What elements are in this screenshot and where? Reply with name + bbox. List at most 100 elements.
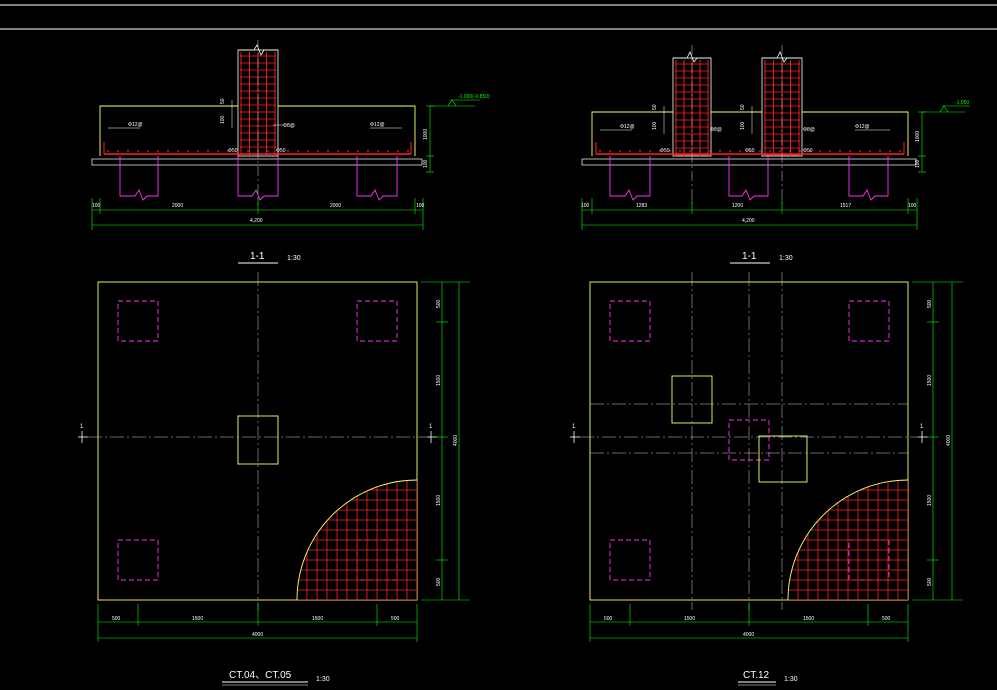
right-cap-outline-r — [802, 111, 909, 156]
rebar-dot — [287, 150, 289, 152]
right-plan-view: 1 1 500 1500 1500 500 4000 500 1500 1500… — [570, 272, 963, 686]
left-plan-scale: 1:30 — [316, 676, 330, 683]
left-sec-dim-4: 100 — [416, 203, 425, 209]
rebar-dot — [157, 150, 159, 152]
right-plan-total-right: 4000 — [946, 435, 952, 446]
rebar-dot — [889, 150, 891, 152]
right-plan-dim-r3: 1500 — [927, 495, 933, 506]
right-plan-section-mark-l: 1 — [572, 424, 576, 430]
rebar-dot — [689, 150, 691, 152]
right-plan-section-mark-r: 1 — [920, 424, 924, 430]
rebar-dot — [599, 150, 601, 152]
right-col-dim-d: 100 — [740, 121, 746, 130]
left-col-dim-a: 50 — [220, 98, 226, 104]
right-sec-dim-2: 1283 — [636, 203, 647, 209]
rebar-dot — [849, 150, 851, 152]
right-level-marker-icon — [939, 105, 949, 113]
left-sec-total: 4,200 — [250, 218, 263, 224]
rebar-dot — [187, 150, 189, 152]
right-plan-rebar-mesh — [788, 480, 908, 600]
rebar-dot — [117, 150, 119, 152]
right-plan-scale: 1:30 — [784, 676, 798, 683]
left-plan-dim-b1: 500 — [112, 616, 121, 622]
left-section-piles — [119, 156, 398, 201]
rebar-dot — [147, 150, 149, 152]
rebar-dot — [247, 150, 249, 152]
right-section-view: Φ12@ Φ12@ Φ8@ Φ8@ Φ50 Φ50 Φ50 50 100 50 … — [581, 45, 970, 264]
rebar-dot — [739, 150, 741, 152]
rebar-dot — [387, 150, 389, 152]
left-cap-outline-l — [99, 105, 238, 156]
right-label-cover-b: Φ50 — [745, 148, 755, 154]
right-plan-dim-b1: 500 — [604, 616, 613, 622]
rebar-dot — [107, 150, 109, 152]
rebar-dot — [759, 150, 761, 152]
left-label-bar-top-right: Φ12@ — [370, 122, 385, 128]
rebar-dot — [337, 150, 339, 152]
right-height-dim: 1000 — [915, 131, 921, 142]
rebar-dot — [699, 150, 701, 152]
left-section-scale: 1:30 — [287, 255, 301, 262]
rebar-dot — [839, 150, 841, 152]
rebar-dot — [377, 150, 379, 152]
rebar-dot — [397, 150, 399, 152]
left-sec-dim-2: 2000 — [172, 203, 183, 209]
left-plan-total-right: 4000 — [453, 435, 459, 446]
left-plan-section-mark-r: 1 — [429, 424, 433, 430]
left-label-col-bar: Φ8@ — [283, 123, 295, 129]
right-label-cover-c: Φ50 — [803, 148, 813, 154]
left-plan-dim-r2: 1500 — [436, 375, 442, 386]
left-plan-view: 1 1 500 1500 1500 500 4000 500 1500 1500… — [78, 272, 470, 686]
rebar-dot — [779, 150, 781, 152]
left-plan-section-mark-l: 1 — [80, 424, 84, 430]
rebar-dot — [127, 150, 129, 152]
right-section-scale: 1:30 — [779, 255, 793, 262]
cad-drawing-canvas[interactable]: Φ12@ Φ12@ Φ8@ Φ50 Φ50 50 100 1000 100 -1… — [0, 0, 997, 690]
rebar-dot — [207, 150, 209, 152]
rebar-dot — [367, 150, 369, 152]
left-sec-dim-1: 100 — [92, 203, 101, 209]
left-plan-dim-r3: 1500 — [436, 495, 442, 506]
right-plan-dim-r2: 1500 — [927, 375, 933, 386]
left-label-cover-r: Φ50 — [276, 148, 286, 154]
right-sec-dim-3: 1200 — [732, 203, 743, 209]
right-section-piles — [609, 156, 889, 201]
rebar-dot — [679, 150, 681, 152]
rebar-dot — [197, 150, 199, 152]
rebar-dot — [347, 150, 349, 152]
left-label-bar-top: Φ12@ — [128, 122, 143, 128]
right-section-label: 1-1 — [742, 251, 757, 262]
left-plan-piles — [117, 300, 398, 581]
rebar-dot — [217, 150, 219, 152]
right-level-text: -1.050 — [955, 100, 969, 106]
right-blinding-layer — [581, 158, 917, 166]
left-plan-dim-b2: 1500 — [192, 616, 203, 622]
rebar-dot — [769, 150, 771, 152]
right-label-cover-a: Φ50 — [660, 148, 670, 154]
rebar-dot — [327, 150, 329, 152]
rebar-dot — [899, 150, 901, 152]
rebar-dot — [609, 150, 611, 152]
right-plan-dim-r4: 500 — [927, 577, 933, 586]
right-col-dim-b: 100 — [652, 121, 658, 130]
rebar-dot — [859, 150, 861, 152]
left-plan-name: CT.04、CT.05 — [229, 670, 292, 681]
left-plan-dim-r4: 500 — [436, 577, 442, 586]
left-section-label: 1-1 — [250, 251, 265, 262]
right-plan-dim-b3: 1500 — [803, 616, 814, 622]
rebar-dot — [137, 150, 139, 152]
right-columns-rebar — [675, 60, 800, 156]
right-plan-piles — [609, 300, 890, 581]
rebar-dot — [267, 150, 269, 152]
rebar-dot — [629, 150, 631, 152]
rebar-dot — [317, 150, 319, 152]
rebar-dot — [357, 150, 359, 152]
right-sec-dim-1: 100 — [581, 203, 590, 209]
right-sec-total: 4,200 — [742, 218, 755, 224]
rebar-dot — [799, 150, 801, 152]
right-col-dim-c: 50 — [740, 104, 746, 110]
left-height-dim: 1000 — [423, 129, 429, 140]
left-section-view: Φ12@ Φ12@ Φ8@ Φ50 Φ50 50 100 1000 100 -1… — [91, 40, 490, 264]
rebar-dot — [719, 150, 721, 152]
rebar-dot — [619, 150, 621, 152]
